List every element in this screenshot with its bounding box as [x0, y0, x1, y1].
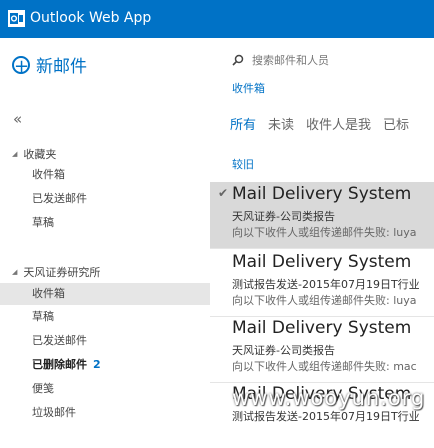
search-scope-link[interactable]: 收件箱 [232, 80, 265, 96]
message-subject: 测试报告发送-2015年07月19日T行业 [232, 410, 420, 423]
filter-all[interactable]: 所有 [230, 118, 256, 133]
message-subject: 测试报告发送-2015年07月19日T行业 [232, 278, 420, 291]
search-input[interactable]: 搜索邮件和人员 [232, 52, 432, 68]
message-item[interactable]: Mail Delivery System 天风证券-公司类报告 向以下收件人或组… [210, 316, 434, 382]
message-preview: 向以下收件人或组传递邮件失败: mac [232, 360, 417, 373]
collapse-pane-icon[interactable]: « [13, 110, 22, 128]
message-item[interactable]: ✔ Mail Delivery System 天风证券-公司类报告 向以下收件人… [210, 182, 434, 248]
folder-pane: + 新邮件 « ◢ 收藏夹 收件箱 已发送邮件 草稿 ◢ 天风证券研究所 收件箱… [0, 38, 210, 425]
message-sender: Mail Delivery System [232, 318, 412, 338]
group-header: 较旧 [232, 158, 254, 171]
top-bar: Outlook Web App [0, 0, 434, 38]
account-header[interactable]: ◢ 天风证券研究所 [12, 264, 100, 280]
expand-triangle-icon: ◢ [12, 268, 18, 276]
message-subject: 天风证券-公司类报告 [232, 210, 335, 223]
watermark: www.wooyun.org [232, 386, 426, 410]
folder-notes[interactable]: 便笺 [0, 378, 210, 400]
favorites-label: 收藏夹 [23, 148, 57, 161]
message-preview: 向以下收件人或组传递邮件失败: luya [232, 226, 417, 239]
account-label: 天风证券研究所 [23, 266, 101, 279]
new-mail-label: 新邮件 [36, 57, 87, 77]
favorites-item-inbox[interactable]: 收件箱 [0, 164, 210, 186]
message-subject: 天风证券-公司类报告 [232, 344, 335, 357]
folder-deleted[interactable]: 已删除邮件 2 [0, 354, 210, 376]
plus-icon: + [12, 55, 30, 77]
favorites-header[interactable]: ◢ 收藏夹 [12, 146, 56, 162]
filter-to-me[interactable]: 收件人是我 [306, 118, 371, 133]
message-sender: Mail Delivery System [232, 252, 412, 272]
filter-flagged[interactable]: 已标 [383, 118, 409, 133]
message-preview: 向以下收件人或组传递邮件失败: luya [232, 294, 417, 307]
divider [210, 248, 434, 249]
expand-triangle-icon: ◢ [12, 150, 18, 158]
favorites-item-sent[interactable]: 已发送邮件 [0, 188, 210, 210]
unread-count-badge: 2 [93, 358, 101, 371]
message-sender: Mail Delivery System [232, 184, 412, 204]
folder-inbox[interactable]: 收件箱 [0, 283, 210, 305]
message-item[interactable]: Mail Delivery System 测试报告发送-2015年07月19日T… [210, 250, 434, 316]
folder-sent[interactable]: 已发送邮件 [0, 330, 210, 352]
search-icon [232, 54, 244, 66]
folder-drafts[interactable]: 草稿 [0, 306, 210, 328]
checkmark-icon: ✔ [218, 186, 229, 200]
favorites-item-drafts[interactable]: 草稿 [0, 212, 210, 234]
search-placeholder: 搜索邮件和人员 [252, 54, 329, 67]
filter-bar: 所有 未读 收件人是我 已标 [230, 114, 421, 133]
message-list-pane: 搜索邮件和人员 收件箱 所有 未读 收件人是我 已标 较旧 ✔ Mail Delive… [210, 38, 434, 425]
new-mail-button[interactable]: + 新邮件 [12, 52, 87, 77]
folder-junk[interactable]: 垃圾邮件 [0, 402, 210, 424]
folder-deleted-label: 已删除邮件 [32, 358, 87, 371]
outlook-logo-icon [8, 10, 25, 27]
app-title: Outlook Web App [30, 10, 152, 26]
filter-unread[interactable]: 未读 [268, 118, 294, 133]
